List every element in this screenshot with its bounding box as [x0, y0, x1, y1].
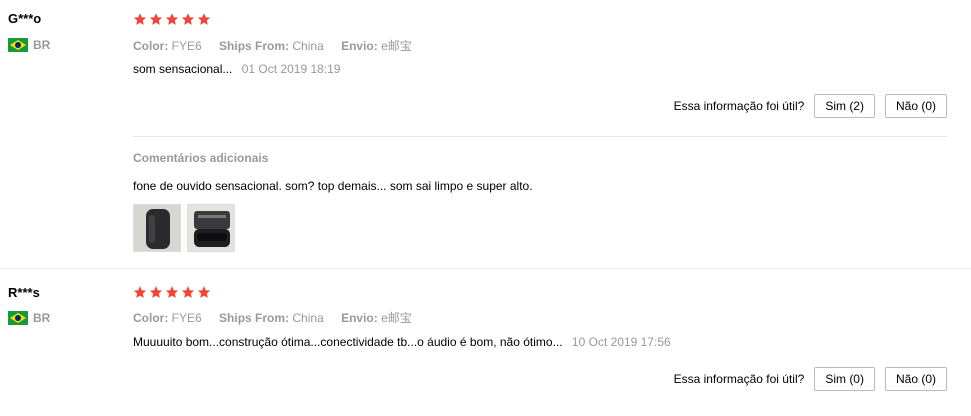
review-date: 10 Oct 2019 17:56	[571, 335, 671, 349]
additional-comments-title: Comentários adicionais	[133, 151, 269, 165]
star-icon	[133, 286, 147, 298]
divider	[133, 136, 947, 137]
star-icon	[165, 13, 179, 25]
country-code: BR	[33, 311, 51, 325]
attr-value: e邮宝	[381, 311, 412, 325]
attr-label: Envio:	[341, 39, 378, 53]
helpful-question: Essa informação foi útil?	[673, 372, 805, 386]
review-photo-thumbnail[interactable]	[133, 204, 181, 252]
reviewer-country: BR	[8, 38, 50, 52]
review-content: Muuuuito bom...construção ótima...conect…	[133, 335, 671, 349]
helpful-yes-button[interactable]: Sim (2)	[814, 94, 875, 118]
star-rating	[133, 285, 213, 299]
star-icon	[181, 286, 195, 298]
product-attributes: Color: FYE6 Ships From: China Envio: e邮宝	[133, 309, 426, 326]
country-code: BR	[33, 38, 51, 52]
attr-value: China	[292, 39, 324, 53]
helpful-no-button[interactable]: Não (0)	[884, 94, 947, 118]
star-rating	[133, 12, 213, 26]
attr-label: Envio:	[341, 311, 378, 325]
review-date: 01 Oct 2019 18:19	[241, 62, 341, 76]
review-text: som sensacional...	[133, 62, 233, 76]
attr-label: Color:	[133, 39, 169, 53]
reviewer-name: G***o	[8, 11, 42, 26]
attr-value: FYE6	[171, 39, 202, 53]
attr-value: e邮宝	[381, 39, 412, 53]
earbuds-case-closed-photo	[134, 205, 180, 251]
review-item: G***o BR Color: FYE6 Ships From: China E…	[0, 0, 971, 268]
brazil-flag-icon	[8, 38, 28, 52]
star-icon	[197, 286, 211, 298]
star-icon	[149, 286, 163, 298]
helpful-no-button[interactable]: Não (0)	[884, 367, 947, 391]
helpful-question: Essa informação foi útil?	[673, 99, 805, 113]
earbuds-case-open-photo	[188, 205, 234, 251]
star-icon	[133, 13, 147, 25]
reviewer-country: BR	[8, 311, 50, 325]
star-icon	[197, 13, 211, 25]
reviewer-name: R***s	[8, 285, 40, 300]
attr-label: Color:	[133, 311, 169, 325]
brazil-flag-icon	[8, 311, 28, 325]
star-icon	[181, 13, 195, 25]
attr-value: FYE6	[171, 311, 202, 325]
helpful-feedback: Essa informação foi útil? Sim (0) Não (0…	[674, 367, 947, 391]
helpful-yes-button[interactable]: Sim (0)	[814, 367, 875, 391]
attr-value: China	[292, 311, 324, 325]
star-icon	[165, 286, 179, 298]
attr-label: Ships From:	[219, 311, 290, 325]
review-text: Muuuuito bom...construção ótima...conect…	[133, 335, 563, 349]
review-photos	[133, 204, 241, 252]
helpful-feedback: Essa informação foi útil? Sim (2) Não (0…	[674, 94, 947, 118]
attr-label: Ships From:	[219, 39, 290, 53]
star-icon	[149, 13, 163, 25]
review-photo-thumbnail[interactable]	[187, 204, 235, 252]
review-content: som sensacional... 01 Oct 2019 18:19	[133, 62, 340, 76]
review-item: R***s BR Color: FYE6 Ships From: China E…	[0, 268, 971, 416]
product-attributes: Color: FYE6 Ships From: China Envio: e邮宝	[133, 37, 426, 54]
additional-comment-text: fone de ouvido sensacional. som? top dem…	[133, 179, 533, 193]
